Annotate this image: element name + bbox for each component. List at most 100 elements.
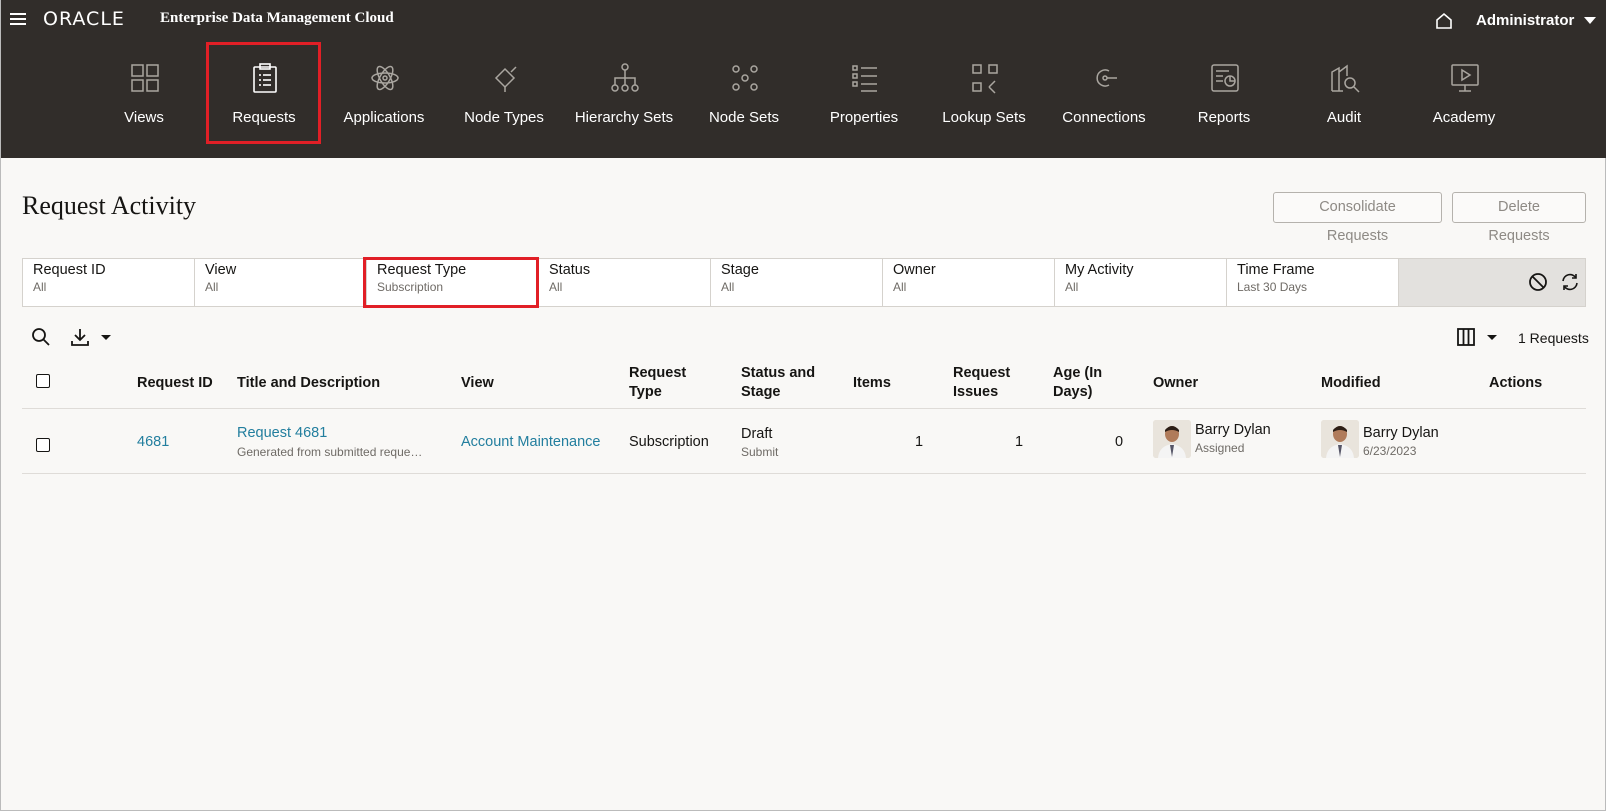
hamburger-menu-icon[interactable] [10,10,28,28]
owner-status: Assigned [1195,441,1245,455]
header-view[interactable]: View [461,374,494,393]
refresh-icon[interactable] [1560,272,1580,292]
owner-photo [1153,420,1191,458]
filter-value: All [33,280,47,294]
filter-label: Status [549,262,591,278]
stage-value: Submit [741,445,779,459]
lookup-icon [972,64,998,94]
filter-value: All [721,280,735,294]
avatar [1153,420,1191,458]
header-text: Stage [741,384,781,400]
nav-label: Node Types [464,109,544,126]
issues-value: 1 [1015,434,1024,450]
nav-label: Connections [1062,109,1146,126]
owner-name: Barry Dylan [1195,422,1271,438]
header-modified[interactable]: Modified [1321,374,1381,393]
oracle-logo: ORACLE [43,8,125,30]
node-sets-icon [732,65,758,91]
nav-academy[interactable]: Academy [1409,50,1519,150]
nav-label: Academy [1432,109,1496,126]
header-status-stage[interactable]: Status and Stage [741,364,815,402]
select-all-checkbox[interactable] [36,374,50,388]
request-id-link[interactable]: 4681 [137,434,169,450]
filter-value: All [1065,280,1079,294]
header-title[interactable]: Title and Description [237,374,380,393]
node-type-icon [494,66,517,92]
filter-label: View [205,262,237,278]
header-request-id[interactable]: Request ID [137,374,213,393]
nav-properties[interactable]: Properties [809,50,919,150]
header-request-type[interactable]: Request Type [629,364,686,402]
modified-date: 6/23/2023 [1363,444,1417,458]
request-title-link[interactable]: Request 4681 [237,425,327,441]
download-icon[interactable] [70,327,114,347]
nav-label: Applications [343,109,425,126]
filter-status[interactable]: Status All [539,259,711,306]
filter-label: Owner [893,262,936,278]
nav-lookup-sets[interactable]: Lookup Sets [929,50,1039,150]
row-divider [22,473,1586,474]
header-age[interactable]: Age (In Days) [1053,364,1102,402]
list-icon [852,65,877,92]
filter-stage[interactable]: Stage All [711,259,883,306]
request-count: 1 Requests [1518,330,1589,346]
chevron-down-icon[interactable] [1584,17,1596,24]
filter-value: All [893,280,907,294]
nav-audit[interactable]: Audit [1289,50,1399,150]
avatar [1321,420,1359,458]
header-actions: Actions [1489,375,1543,391]
hierarchy-icon [611,63,639,92]
items-value: 1 [915,434,924,450]
age-value: 0 [1115,434,1124,450]
nav-applications[interactable]: Applications [329,50,439,150]
filter-value: All [205,280,219,294]
filter-label: Stage [721,262,759,278]
filter-value: All [549,280,563,294]
connection-icon [1096,69,1117,87]
nav-label: Node Sets [708,109,780,126]
filter-time-frame[interactable]: Time Frame Last 30 Days [1227,259,1399,306]
header-divider [22,408,1586,409]
header-text: Request [629,365,687,381]
report-icon [1211,64,1239,92]
audit-icon [1331,64,1360,93]
search-icon[interactable] [31,327,51,347]
filter-value: Last 30 Days [1237,280,1308,294]
nav-connections[interactable]: Connections [1049,50,1159,150]
consolidate-requests-button[interactable]: Consolidate Requests [1273,192,1442,244]
user-menu[interactable]: Administrator [1476,12,1574,29]
academy-icon [1451,64,1479,92]
delete-requests-button[interactable]: Delete Requests [1452,192,1586,244]
filter-label: Request ID [33,262,106,278]
header-items[interactable]: Items [853,374,891,393]
row-checkbox[interactable] [36,438,50,452]
filter-request-id[interactable]: Request ID All [23,259,195,306]
atom-icon [371,65,399,91]
nav-views[interactable]: Views [89,50,199,150]
nav-node-types[interactable]: Node Types [449,50,559,150]
header-text: Age (In [1053,365,1103,381]
nav-label: Reports [1197,109,1251,126]
nav-label: Properties [829,109,899,126]
filter-owner[interactable]: Owner All [883,259,1055,306]
header-text: Days) [1053,384,1093,400]
view-link[interactable]: Account Maintenance [461,434,600,450]
clear-filters-icon[interactable] [1528,272,1548,292]
nav-node-sets[interactable]: Node Sets [689,50,799,150]
modified-by: Barry Dylan [1363,425,1439,441]
filter-view[interactable]: View All [195,259,367,306]
filter-bar: Request ID All View All Request Type Sub… [22,258,1586,307]
header-text: Issues [953,384,999,400]
highlight-box-requests [206,42,321,144]
nav-label: Views [124,109,164,126]
filter-my-activity[interactable]: My Activity All [1055,259,1227,306]
home-icon[interactable] [1435,12,1453,30]
header-owner[interactable]: Owner [1153,374,1198,393]
modifier-photo [1321,420,1359,458]
nav-reports[interactable]: Reports [1169,50,1279,150]
columns-icon[interactable] [1456,327,1500,347]
app-title: Enterprise Data Management Cloud [160,10,394,26]
views-icon [131,64,159,92]
header-request-issues[interactable]: Request Issues [953,364,1010,402]
nav-hierarchy-sets[interactable]: Hierarchy Sets [569,50,679,150]
